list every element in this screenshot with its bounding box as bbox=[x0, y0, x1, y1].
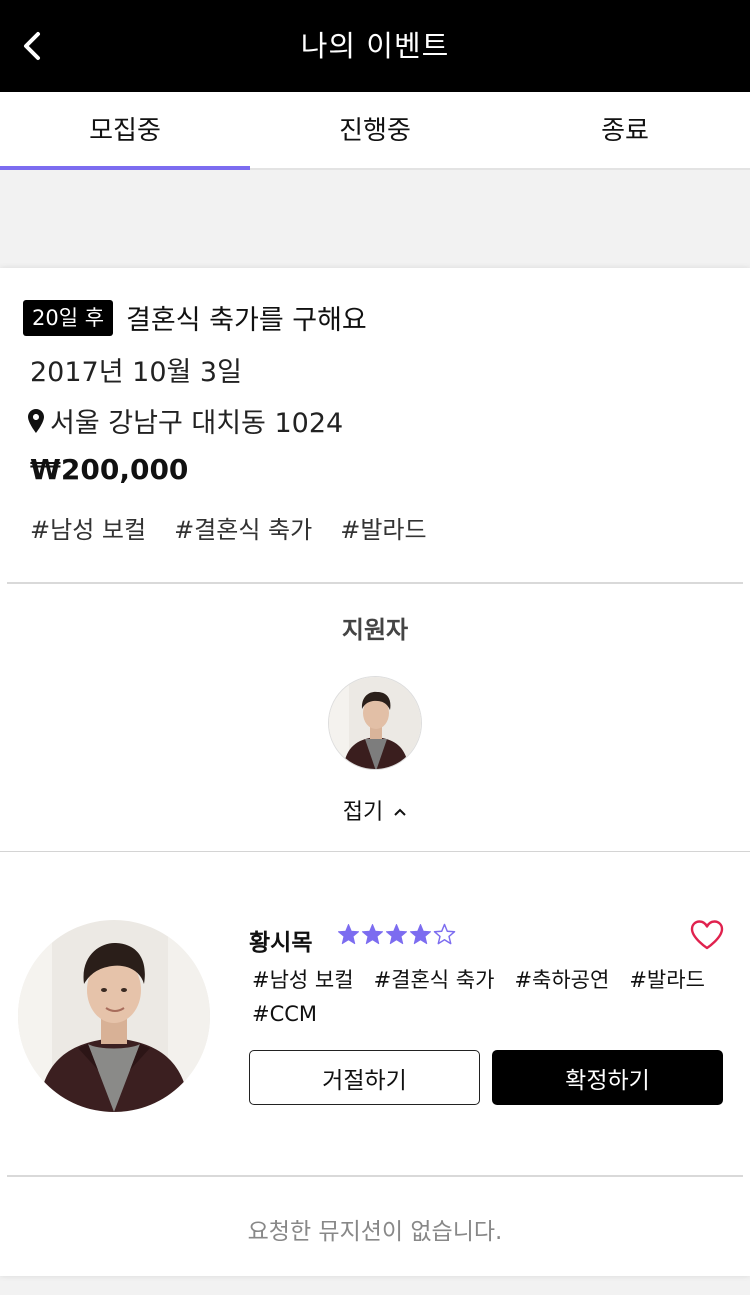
event-price: ₩200,000 bbox=[30, 453, 189, 486]
tab-ended[interactable]: 종료 bbox=[500, 92, 750, 168]
app-header: 나의 이벤트 bbox=[0, 0, 750, 92]
event-card: 20일 후 결혼식 축가를 구해요 2017년 10월 3일 서울 강남구 대치… bbox=[0, 268, 750, 1276]
rating-stars bbox=[337, 923, 456, 946]
page-title: 나의 이벤트 bbox=[300, 29, 450, 63]
empty-requests-message: 요청한 뮤지션이 없습니다. bbox=[247, 1219, 503, 1245]
tab-recruiting[interactable]: 모집중 bbox=[0, 92, 250, 170]
event-tag: #발라드 bbox=[340, 516, 427, 544]
event-location-text: 서울 강남구 대치동 1024 bbox=[50, 408, 344, 439]
section-divider bbox=[0, 851, 750, 852]
heart-icon bbox=[690, 920, 724, 950]
applicants-title: 지원자 bbox=[341, 616, 409, 644]
event-title: 결혼식 축가를 구해요 bbox=[126, 305, 367, 336]
tab-in-progress[interactable]: 진행중 bbox=[250, 92, 500, 168]
star-filled-icon bbox=[337, 923, 360, 945]
dday-badge: 20일 후 bbox=[23, 299, 114, 336]
reject-button[interactable]: 거절하기 bbox=[249, 1050, 480, 1105]
applicant-tags: #남성 보컬 #결혼식 축가 #축하공연 #발라드 #CCM bbox=[252, 966, 732, 1028]
section-divider bbox=[7, 1175, 743, 1177]
favorite-button[interactable] bbox=[690, 920, 724, 954]
star-filled-icon bbox=[361, 923, 384, 945]
applicant-tag: #축하공연 bbox=[514, 968, 610, 992]
star-filled-icon bbox=[409, 923, 432, 945]
event-tag: #결혼식 축가 bbox=[174, 516, 313, 544]
event-date: 2017년 10월 3일 bbox=[30, 357, 242, 388]
location-pin-icon bbox=[28, 408, 44, 433]
applicant-name: 황시목 bbox=[249, 930, 313, 956]
fold-toggle[interactable]: 접기 bbox=[0, 794, 750, 826]
status-tabs: 모집중 진행중 종료 bbox=[0, 92, 750, 170]
applicant-avatar-thumb[interactable] bbox=[328, 676, 422, 770]
applicant-photo-large bbox=[18, 920, 210, 1112]
applicant-avatar[interactable] bbox=[18, 920, 210, 1112]
applicant-tag: #남성 보컬 bbox=[252, 968, 354, 992]
event-tags: #남성 보컬 #결혼식 축가 #발라드 bbox=[30, 510, 427, 545]
confirm-button[interactable]: 확정하기 bbox=[492, 1050, 723, 1105]
event-location: 서울 강남구 대치동 1024 bbox=[28, 401, 343, 440]
event-tag: #남성 보컬 bbox=[30, 516, 147, 544]
chevron-up-icon bbox=[394, 808, 406, 816]
applicant-tag: #결혼식 축가 bbox=[373, 968, 495, 992]
applicant-tag: #발라드 bbox=[629, 968, 705, 992]
section-divider bbox=[7, 582, 743, 584]
event-header: 20일 후 결혼식 축가를 구해요 bbox=[23, 298, 367, 337]
fold-label: 접기 bbox=[342, 800, 384, 825]
star-filled-icon bbox=[385, 923, 408, 945]
applicant-photo bbox=[329, 677, 421, 769]
applicant-tag: #CCM bbox=[252, 1002, 318, 1026]
star-empty-icon bbox=[433, 923, 456, 945]
